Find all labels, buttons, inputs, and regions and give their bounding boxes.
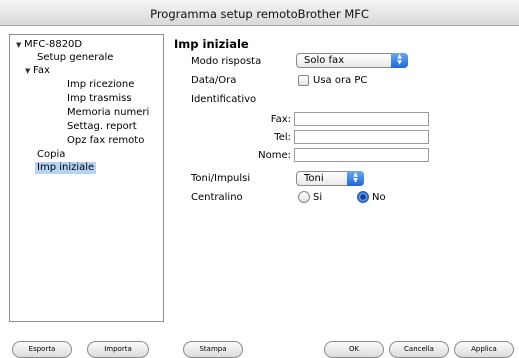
usa-ora-pc-checkbox[interactable] (298, 75, 309, 86)
cancella-button[interactable]: Cancella (389, 341, 449, 358)
tree-item-fax[interactable]: ▼ Fax (25, 65, 50, 77)
identificativo-label: Identificativo (191, 94, 257, 105)
centralino-no-label[interactable]: No (372, 192, 386, 203)
tree-item-opz-fax-remoto[interactable]: Opz fax remoto (67, 135, 144, 147)
title-bar[interactable]: Programma setup remotoBrother MFC (0, 0, 519, 26)
tree-item-setup-generale[interactable]: Setup generale (37, 52, 113, 64)
window-title: Programma setup remotoBrother MFC (150, 7, 369, 21)
disclosure-triangle-icon[interactable]: ▼ (25, 65, 33, 77)
modo-risposta-value: Solo fax (304, 55, 345, 66)
tree-item-copia[interactable]: Copia (37, 149, 65, 161)
ok-button[interactable]: OK (324, 341, 384, 358)
tree-item-fax-label: Fax (33, 65, 50, 76)
popup-arrows-icon: ▲ ▼ (347, 171, 364, 186)
tel-field[interactable] (294, 130, 429, 144)
centralino-si-label[interactable]: Si (313, 192, 322, 203)
tree-item-imp-iniziale[interactable]: Imp iniziale (35, 162, 97, 174)
tree-item-imp-trasmiss[interactable]: Imp trasmiss (67, 93, 132, 105)
nome-label: Nome: (258, 150, 291, 161)
data-ora-label: Data/Ora (191, 75, 237, 86)
centralino-no-radio[interactable] (357, 191, 369, 203)
centralino-si-radio[interactable] (298, 191, 310, 203)
usa-ora-pc-label[interactable]: Usa ora PC (313, 75, 367, 86)
settings-tree[interactable]: ▼ MFC-8820D Setup generale ▼ Fax Imp ricez… (9, 34, 164, 322)
modo-risposta-popup[interactable]: Solo fax ▲ ▼ (296, 53, 408, 68)
tree-item-memoria-numeri[interactable]: Memoria numeri (67, 107, 149, 119)
modo-risposta-label: Modo risposta (191, 56, 262, 67)
importa-button[interactable]: Importa (87, 341, 149, 358)
disclosure-triangle-icon[interactable]: ▼ (16, 39, 24, 51)
popup-arrows-icon: ▲ ▼ (391, 53, 408, 68)
applica-button[interactable]: Applica (454, 341, 514, 358)
esporta-button[interactable]: Esporta (12, 341, 72, 358)
fax-label: Fax: (270, 114, 291, 125)
tree-root-label: MFC-8820D (24, 39, 83, 50)
nome-field[interactable] (294, 148, 429, 162)
tree-root-mfc[interactable]: ▼ MFC-8820D (16, 39, 82, 51)
toni-impulsi-popup[interactable]: Toni ▲ ▼ (296, 171, 364, 186)
tree-item-imp-ricezione[interactable]: Imp ricezione (67, 79, 134, 91)
panel-title: Imp iniziale (174, 37, 249, 51)
tree-item-settag-report[interactable]: Settag. report (67, 121, 137, 133)
centralino-label: Centralino (191, 192, 243, 203)
tel-label: Tel: (274, 132, 291, 143)
toni-impulsi-value: Toni (304, 173, 324, 184)
fax-field[interactable] (294, 112, 429, 126)
stampa-button[interactable]: Stampa (183, 341, 243, 358)
toni-impulsi-label: Toni/Impulsi (191, 173, 251, 184)
